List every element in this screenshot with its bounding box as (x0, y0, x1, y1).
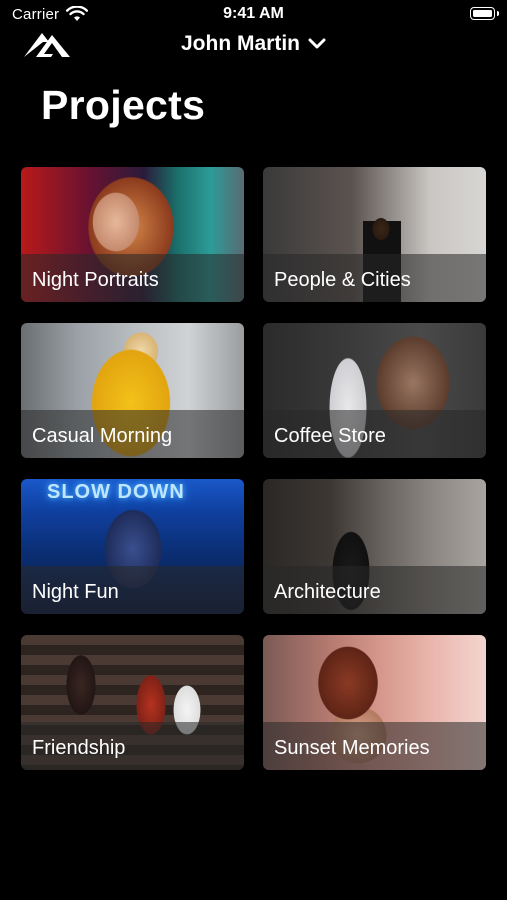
project-card-casual-morning[interactable]: Casual Morning (21, 323, 244, 458)
project-card-architecture[interactable]: Architecture (263, 479, 486, 614)
project-label: Night Portraits (32, 269, 159, 291)
chevron-down-icon (308, 38, 326, 49)
project-card-night-portraits[interactable]: Night Portraits (21, 167, 244, 302)
status-bar: Carrier 9:41 AM (0, 0, 507, 30)
project-card-people-cities[interactable]: People & Cities (263, 167, 486, 302)
project-label: Friendship (32, 737, 126, 759)
project-label: People & Cities (274, 269, 411, 291)
project-label: Sunset Memories (274, 737, 430, 759)
project-card-night-fun[interactable]: SLOW DOWN Night Fun (21, 479, 244, 614)
project-card-coffee-store[interactable]: Coffee Store (263, 323, 486, 458)
neon-sign-text: SLOW DOWN (47, 481, 185, 503)
project-card-friendship[interactable]: Friendship (21, 635, 244, 770)
project-label: Casual Morning (32, 425, 173, 447)
battery-icon (470, 7, 499, 20)
project-label: Night Fun (32, 581, 119, 603)
user-switcher-button[interactable]: John Martin (150, 30, 357, 58)
mountain-logo-icon[interactable] (22, 27, 72, 59)
user-name: John Martin (181, 32, 300, 55)
project-card-sunset-memories[interactable]: Sunset Memories (263, 635, 486, 770)
projects-grid: Night Portraits People & Cities Casual M… (21, 167, 486, 770)
projects-screen: Carrier 9:41 AM John Martin Projects Nig… (0, 0, 507, 900)
page-title: Projects (41, 82, 206, 128)
status-time: 9:41 AM (223, 5, 284, 22)
project-label: Architecture (274, 581, 381, 603)
project-label: Coffee Store (274, 425, 386, 447)
battery-fill (473, 10, 492, 17)
